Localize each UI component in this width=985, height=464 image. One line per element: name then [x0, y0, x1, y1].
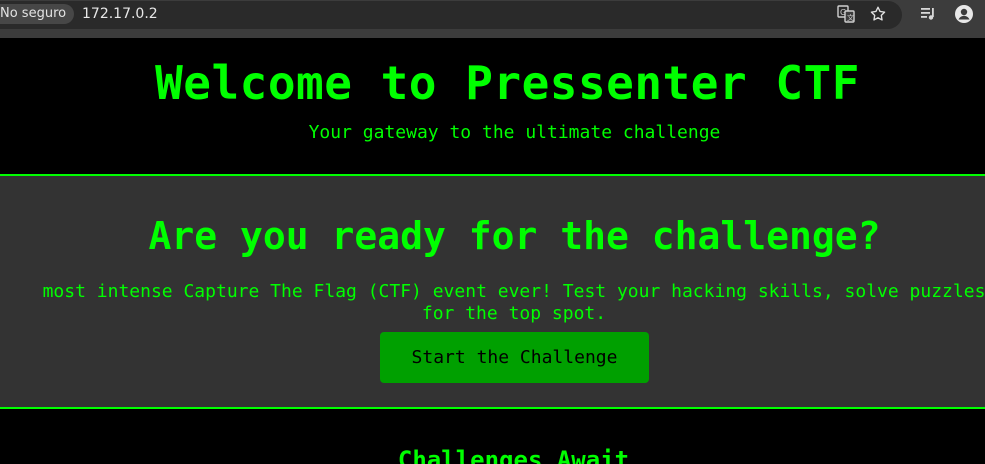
page-content: Welcome to Pressenter CTF Your gateway t…	[0, 38, 985, 464]
media-queue-icon[interactable]	[918, 4, 938, 24]
security-indicator[interactable]: No seguro	[0, 4, 75, 24]
challenges-section-title: Challenges Await	[397, 446, 630, 464]
hero-title: Are you ready for the challenge?	[148, 214, 881, 258]
url-text[interactable]: 172.17.0.2	[82, 5, 158, 23]
site-header: Welcome to Pressenter CTF Your gateway t…	[0, 38, 985, 175]
site-title: Welcome to Pressenter CTF	[155, 56, 860, 110]
browser-toolbar: No seguro 172.17.0.2 G 文	[0, 0, 985, 38]
site-subtitle: Your gateway to the ultimate challenge	[308, 122, 721, 143]
hero-description: most intense Capture The Flag (CTF) even…	[0, 281, 985, 325]
start-challenge-button[interactable]: Start the Challenge	[380, 332, 649, 383]
star-icon[interactable]	[868, 4, 888, 24]
svg-text:文: 文	[847, 13, 854, 22]
profile-icon[interactable]	[954, 4, 974, 24]
translate-icon[interactable]: G 文	[836, 4, 856, 24]
hero-description-line-1: most intense Capture The Flag (CTF) even…	[42, 281, 985, 302]
hero-section: Are you ready for the challenge? most in…	[0, 174, 985, 409]
hero-description-line-2: for the top spot.	[421, 303, 607, 324]
